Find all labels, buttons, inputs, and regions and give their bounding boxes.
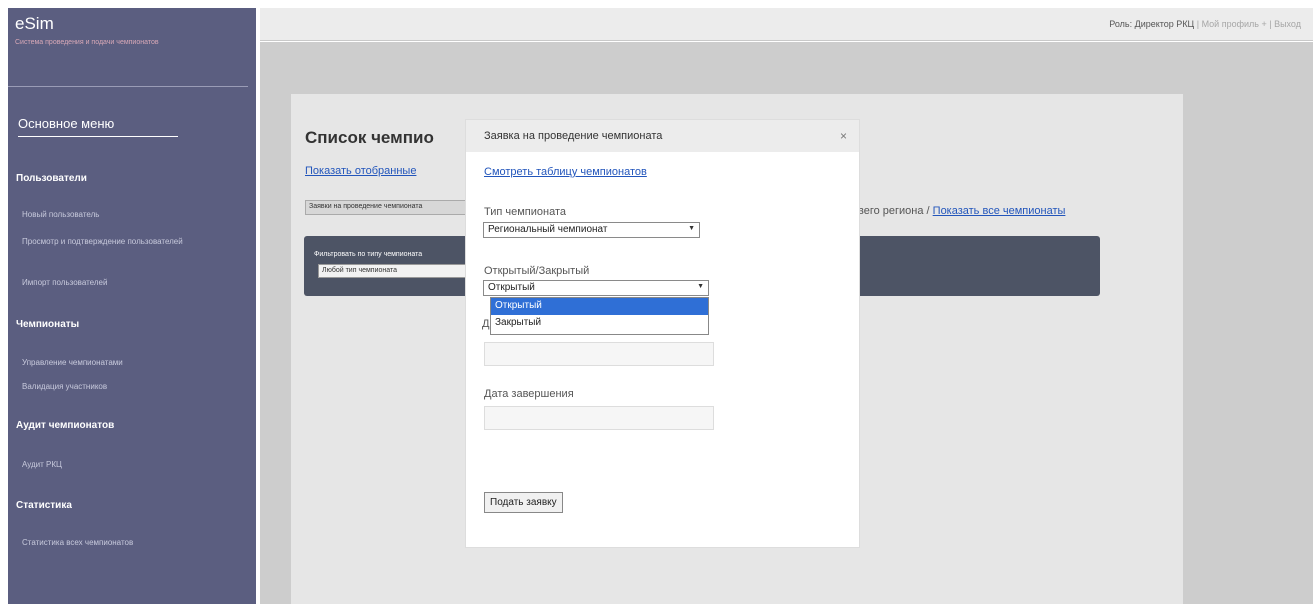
open-closed-value: Открытый	[488, 282, 535, 293]
show-all-championships-link[interactable]: Показать все чемпионаты	[933, 205, 1066, 217]
region-text: вего региона	[858, 205, 924, 217]
start-date-label: Д	[482, 318, 490, 330]
sidebar-section-audit: Аудит чемпионатов	[16, 420, 115, 431]
logout-link[interactable]: Выход	[1274, 19, 1301, 29]
chevron-down-icon: ▼	[697, 283, 704, 290]
sidebar-item-import-users[interactable]: Импорт пользователей	[22, 278, 232, 288]
sidebar: eSim Система проведения и подачи чемпион…	[8, 8, 256, 604]
championship-type-label: Тип чемпионата	[484, 206, 567, 218]
championship-request-modal: Заявка на проведение чемпионата × Смотре…	[465, 119, 860, 548]
app-logo[interactable]: eSim	[15, 14, 54, 34]
open-closed-select[interactable]: Открытый ▼	[483, 280, 709, 296]
end-date-label: Дата завершения	[484, 388, 574, 400]
close-icon[interactable]: ×	[840, 129, 847, 143]
sidebar-divider	[8, 86, 248, 87]
championship-type-value: Региональный чемпионат	[488, 224, 608, 235]
championship-type-filter[interactable]: Любой тип чемпионата	[318, 264, 468, 278]
view-championship-table-link[interactable]: Смотреть таблицу чемпионатов	[484, 166, 647, 178]
role-label: Роль: Директор РКЦ	[1109, 19, 1195, 29]
start-date-input[interactable]	[484, 342, 714, 366]
option-closed[interactable]: Закрытый	[491, 315, 708, 332]
championship-requests-button[interactable]: Заявки на проведение чемпионата	[305, 200, 470, 215]
show-selected-link[interactable]: Показать отобранные	[305, 165, 416, 177]
user-role-bar: Роль: Директор РКЦ | Мой профиль + | Вых…	[1109, 19, 1301, 29]
sidebar-item-validate-participants[interactable]: Валидация участников	[22, 382, 232, 392]
championship-type-select[interactable]: Региональный чемпионат ▼	[483, 222, 700, 238]
page-title: Список чемпио	[305, 128, 434, 147]
filter-label: Фильтровать по типу чемпионата	[314, 251, 423, 258]
app-subtitle: Система проведения и подачи чемпионатов	[15, 39, 159, 46]
main-menu-title[interactable]: Основное меню	[18, 116, 178, 137]
open-closed-dropdown: Открытый Закрытый	[490, 297, 709, 335]
option-open[interactable]: Открытый	[491, 298, 708, 315]
sidebar-section-championships: Чемпионаты	[16, 319, 80, 330]
sidebar-section-statistics: Статистика	[16, 500, 72, 511]
sidebar-item-all-stats[interactable]: Статистика всех чемпионатов	[22, 538, 232, 548]
submit-request-button[interactable]: Подать заявку	[484, 492, 563, 513]
open-closed-label: Открытый/Закрытый	[484, 265, 590, 277]
sidebar-item-review-users[interactable]: Просмотр и подтверждение пользователей	[22, 237, 232, 247]
end-date-input[interactable]	[484, 406, 714, 430]
modal-title: Заявка на проведение чемпионата	[484, 130, 663, 142]
top-bar: Роль: Директор РКЦ | Мой профиль + | Вых…	[260, 8, 1313, 41]
region-filter-links: вего региона / Показать все чемпионаты	[858, 205, 1066, 217]
chevron-down-icon: ▼	[688, 225, 695, 232]
sidebar-section-users: Пользователи	[16, 173, 87, 184]
sidebar-item-new-user[interactable]: Новый пользователь	[22, 210, 232, 220]
sidebar-item-manage-championships[interactable]: Управление чемпионатами	[22, 358, 232, 368]
modal-header: Заявка на проведение чемпионата ×	[466, 120, 859, 152]
sidebar-item-audit-rkc[interactable]: Аудит РКЦ	[22, 460, 232, 470]
profile-link[interactable]: Мой профиль	[1202, 19, 1259, 29]
